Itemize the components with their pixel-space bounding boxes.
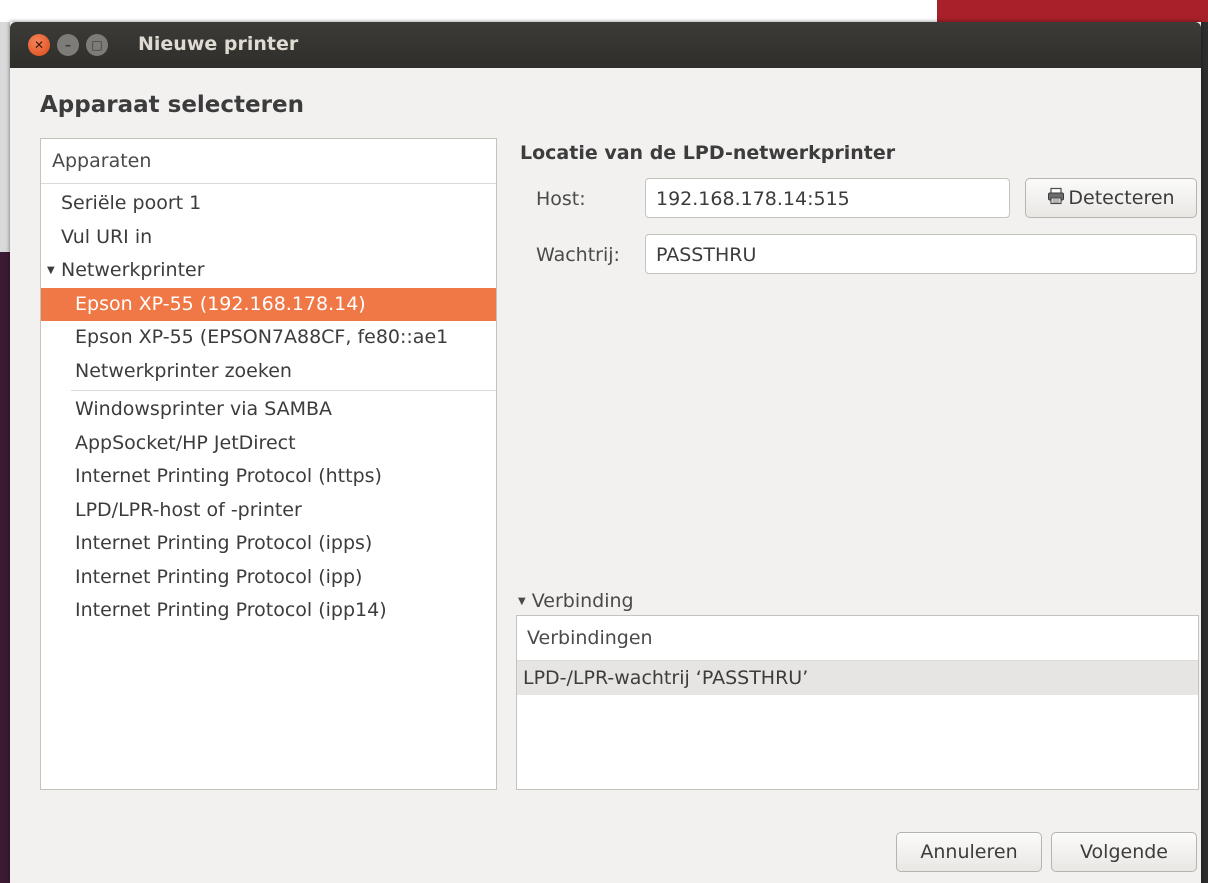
device-item-epson-ip[interactable]: Epson XP-55 (192.168.178.14) bbox=[41, 287, 496, 321]
device-item-ipp14[interactable]: Internet Printing Protocol (ipp14) bbox=[41, 594, 496, 628]
device-list-header[interactable]: Apparaten bbox=[41, 139, 496, 184]
next-button[interactable]: Volgende bbox=[1051, 832, 1197, 872]
page-heading: Apparaat selecteren bbox=[40, 92, 304, 118]
minimize-icon[interactable]: – bbox=[57, 34, 79, 56]
device-item-enter-uri[interactable]: Vul URI in bbox=[41, 221, 496, 255]
device-item-label: Internet Printing Protocol (https) bbox=[75, 465, 382, 487]
device-item-epson-ipv6[interactable]: Epson XP-55 (EPSON7A88CF, fe80::ae1 bbox=[41, 321, 496, 355]
connections-list[interactable]: Verbindingen LPD-/LPR-wachtrij ‘PASSTHRU… bbox=[516, 615, 1199, 790]
device-item-label: LPD/LPR-host of -printer bbox=[75, 498, 302, 521]
new-printer-dialog: ✕ – □ Nieuwe printer Apparaat selecteren… bbox=[10, 22, 1201, 883]
connections-header[interactable]: Verbindingen bbox=[517, 616, 1198, 661]
desktop-background-right bbox=[1201, 22, 1208, 883]
device-item-ipps[interactable]: Internet Printing Protocol (ipps) bbox=[41, 527, 496, 561]
device-item-ipp[interactable]: Internet Printing Protocol (ipp) bbox=[41, 561, 496, 595]
device-item-lpd[interactable]: LPD/LPR-host of -printer bbox=[41, 494, 496, 528]
cancel-button[interactable]: Annuleren bbox=[896, 832, 1042, 872]
device-item-appsocket[interactable]: AppSocket/HP JetDirect bbox=[41, 427, 496, 461]
expander-down-icon[interactable]: ▼ bbox=[47, 254, 59, 287]
window-title: Nieuwe printer bbox=[138, 33, 299, 55]
device-item-label: Seriële poort 1 bbox=[61, 192, 202, 214]
host-label: Host: bbox=[536, 188, 586, 210]
connection-expander[interactable]: ▼ Verbinding bbox=[518, 590, 634, 612]
close-icon[interactable]: ✕ bbox=[28, 34, 50, 56]
device-item-label: Internet Printing Protocol (ipp14) bbox=[75, 599, 387, 621]
device-item-samba[interactable]: Windowsprinter via SAMBA bbox=[41, 393, 496, 427]
device-item-label: Netwerkprinter bbox=[61, 259, 205, 281]
host-input[interactable]: 192.168.178.14:515 bbox=[645, 178, 1010, 218]
printer-icon bbox=[1047, 180, 1065, 218]
list-separator bbox=[71, 390, 496, 391]
desktop-background-window-edge bbox=[937, 0, 1208, 22]
queue-input[interactable]: PASSTHRU bbox=[645, 234, 1197, 274]
title-bar[interactable]: ✕ – □ Nieuwe printer bbox=[10, 22, 1201, 68]
desktop-background-purple bbox=[0, 252, 10, 883]
device-item-label: Netwerkprinter zoeken bbox=[75, 359, 292, 382]
detect-button-label: Detecteren bbox=[1068, 187, 1175, 209]
device-item-label: AppSocket/HP JetDirect bbox=[75, 431, 296, 454]
expander-down-icon[interactable]: ▼ bbox=[518, 596, 526, 607]
device-item-label: Internet Printing Protocol (ipps) bbox=[75, 532, 373, 554]
maximize-icon[interactable]: □ bbox=[86, 34, 108, 56]
device-item-ipp-https[interactable]: Internet Printing Protocol (https) bbox=[41, 460, 496, 494]
device-item-find-network-printer[interactable]: Netwerkprinter zoeken bbox=[41, 355, 496, 389]
device-item-network-printer[interactable]: ▼ Netwerkprinter bbox=[41, 254, 496, 288]
connection-row[interactable]: LPD-/LPR-wachtrij ‘PASSTHRU’ bbox=[517, 661, 1198, 695]
device-list[interactable]: Apparaten Seriële poort 1 Vul URI in ▼ Ne… bbox=[40, 138, 497, 790]
queue-label: Wachtrij: bbox=[536, 244, 620, 266]
device-item-label: Epson XP-55 (EPSON7A88CF, fe80::ae1 bbox=[75, 326, 449, 348]
device-item-serial[interactable]: Seriële poort 1 bbox=[41, 187, 496, 221]
connection-expander-label: Verbinding bbox=[531, 590, 634, 612]
device-item-label: Vul URI in bbox=[61, 225, 153, 248]
device-item-label: Windowsprinter via SAMBA bbox=[75, 398, 333, 420]
device-item-label: Internet Printing Protocol (ipp) bbox=[75, 565, 363, 588]
detect-button[interactable]: Detecteren bbox=[1025, 178, 1197, 218]
location-section-title: Locatie van de LPD-netwerkprinter bbox=[520, 142, 896, 164]
device-item-label: Epson XP-55 (192.168.178.14) bbox=[75, 292, 366, 315]
